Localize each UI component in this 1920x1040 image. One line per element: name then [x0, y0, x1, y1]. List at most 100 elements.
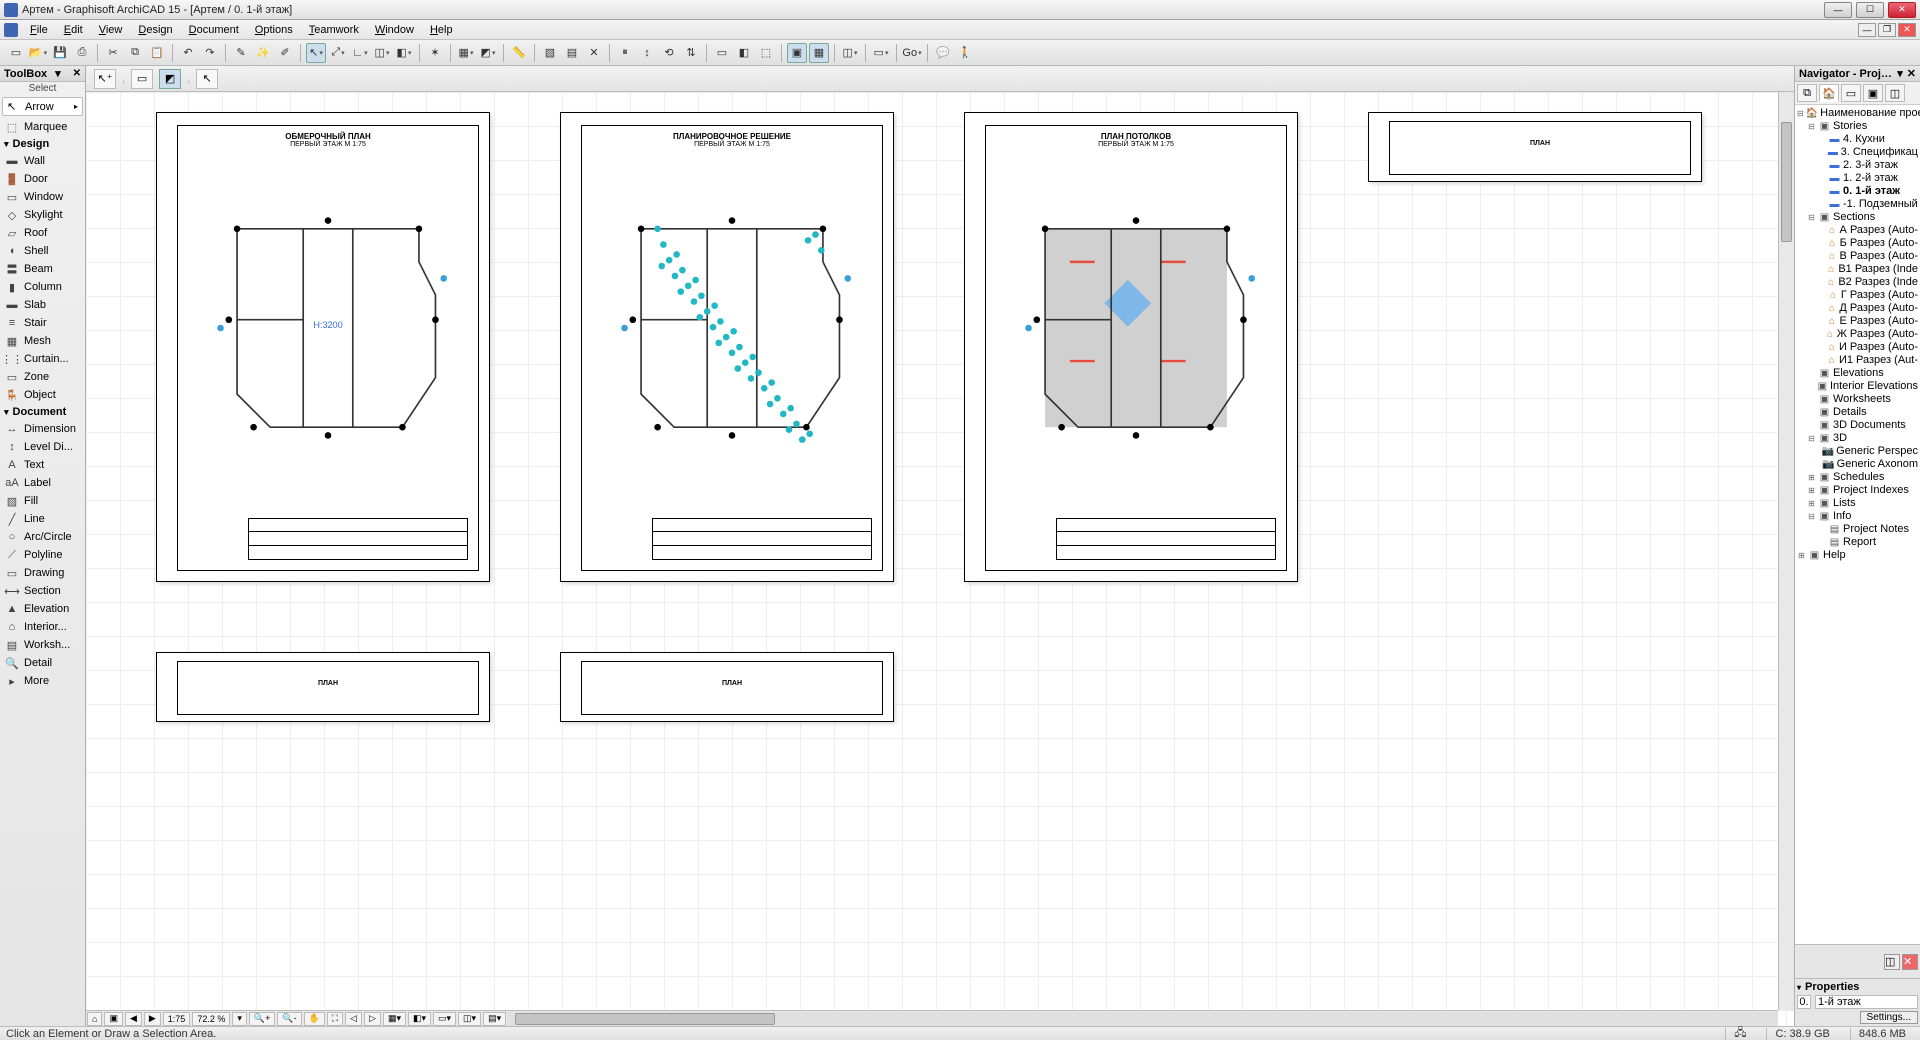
- menu-edit[interactable]: Edit: [56, 22, 91, 38]
- menu-view[interactable]: View: [91, 22, 131, 38]
- nav-item-в2-разрез-inde[interactable]: ⌂В2 Разрез (Inde: [1795, 276, 1920, 289]
- sheet-1[interactable]: ПЛАНИРОВОЧНОЕ РЕШЕНИЕ ПЕРВЫЙ ЭТАЖ М 1:75: [560, 112, 894, 582]
- ruler-button[interactable]: 📏: [509, 43, 529, 63]
- view-toggle2-button[interactable]: ▦: [809, 43, 829, 63]
- menu-file[interactable]: File: [22, 22, 56, 38]
- menu-help[interactable]: Help: [422, 22, 461, 38]
- vertical-scrollbar[interactable]: [1778, 92, 1794, 1010]
- trace-x-button[interactable]: ✕: [584, 43, 604, 63]
- drawing-canvas[interactable]: ОБМЕРОЧНЫЙ ПЛАН ПЕРВЫЙ ЭТАЖ М 1:75 H:320…: [86, 92, 1794, 1026]
- nav-item-в-разрез-auto-[interactable]: ⌂В Разрез (Auto-: [1795, 250, 1920, 263]
- snap2-button[interactable]: ∟: [350, 43, 370, 63]
- bb-prev-icon[interactable]: ◁: [345, 1012, 362, 1026]
- open-button[interactable]: 📂: [28, 43, 48, 63]
- nav-tab-view[interactable]: 🏠: [1819, 84, 1839, 102]
- navigator-close-button[interactable]: ✕: [1907, 67, 1916, 80]
- print-button[interactable]: ⎙: [72, 43, 92, 63]
- document-tool-arc-circle[interactable]: ○Arc/Circle: [0, 528, 85, 546]
- document-tool-dimension[interactable]: ↔Dimension: [0, 420, 85, 438]
- sheet-0[interactable]: ОБМЕРОЧНЫЙ ПЛАН ПЕРВЫЙ ЭТАЖ М 1:75 H:320…: [156, 112, 490, 582]
- bb-fit-icon[interactable]: ▣: [104, 1012, 123, 1026]
- nav-item--1-подземный[interactable]: ▬-1. Подземный: [1795, 198, 1920, 211]
- grid2-button[interactable]: ◩: [478, 43, 498, 63]
- design-tool-window[interactable]: ▭Window: [0, 188, 85, 206]
- nav-item-наименование-проекта[interactable]: ⊟🏠Наименование проекта: [1795, 107, 1920, 120]
- sheet-row2-0[interactable]: ПЛАН: [1368, 112, 1702, 182]
- design-tool-curtain-[interactable]: ⋮⋮Curtain...: [0, 350, 85, 368]
- design-category[interactable]: Design: [0, 136, 85, 152]
- nav-item-info[interactable]: ⊟▣Info: [1795, 510, 1920, 523]
- infobar-btn2[interactable]: ▭: [131, 69, 153, 89]
- nav-item-generic-axonom[interactable]: 📷Generic Axonom: [1795, 458, 1920, 471]
- prop-value[interactable]: 1-й этаж: [1815, 995, 1918, 1009]
- nav-item-е-разрез-auto-[interactable]: ⌂Е Разрез (Auto-: [1795, 315, 1920, 328]
- nav-item-help[interactable]: ⊞▣Help: [1795, 549, 1920, 562]
- horizontal-scrollbar[interactable]: [507, 1012, 1778, 1026]
- document-tool-section[interactable]: ⟷Section: [0, 582, 85, 600]
- design-tool-mesh[interactable]: ▦Mesh: [0, 332, 85, 350]
- nav-item-3d-documents[interactable]: ▣3D Documents: [1795, 419, 1920, 432]
- mdi-app-icon[interactable]: [4, 23, 18, 37]
- save-button[interactable]: 💾: [50, 43, 70, 63]
- snap3-button[interactable]: ◫: [372, 43, 392, 63]
- window-minimize-button[interactable]: —: [1824, 2, 1852, 18]
- nav-item-details[interactable]: ▣Details: [1795, 406, 1920, 419]
- document-tool-drawing[interactable]: ▭Drawing: [0, 564, 85, 582]
- marquee-tool[interactable]: ⬚Marquee: [0, 118, 85, 136]
- document-tool-elevation[interactable]: ▲Elevation: [0, 600, 85, 618]
- bb-opt3-icon[interactable]: ▭▾: [433, 1012, 456, 1026]
- nav-item-4-кухни[interactable]: ▬4. Кухни: [1795, 133, 1920, 146]
- bb-zout-icon[interactable]: 🔍-: [277, 1012, 301, 1026]
- sheet-row2-1[interactable]: ПЛАН: [156, 652, 490, 722]
- nav-tab-extra[interactable]: ◫: [1885, 84, 1905, 102]
- cursor-mode-button[interactable]: ↖: [306, 43, 326, 63]
- bb-zoom-dd[interactable]: ▾: [232, 1012, 247, 1026]
- bb-pan-icon[interactable]: ✋: [304, 1012, 325, 1026]
- infobar-cursor-button[interactable]: ↖: [196, 69, 218, 89]
- design-tool-roof[interactable]: ▱Roof: [0, 224, 85, 242]
- nav-item-и-разрез-auto-[interactable]: ⌂И Разрез (Auto-: [1795, 341, 1920, 354]
- nav-pin-icon[interactable]: ▾: [1897, 67, 1903, 80]
- new-button[interactable]: ▭: [6, 43, 26, 63]
- origin-button[interactable]: ✶: [425, 43, 445, 63]
- cut-button[interactable]: ✂: [103, 43, 123, 63]
- bb-opt2-icon[interactable]: ◧▾: [408, 1012, 431, 1026]
- person-icon[interactable]: 🚶: [955, 43, 975, 63]
- zoom-display[interactable]: 72.2 %: [192, 1012, 230, 1026]
- nav-item-а-разрез-auto-[interactable]: ⌂А Разрез (Auto-: [1795, 224, 1920, 237]
- grid-button[interactable]: ▦: [456, 43, 476, 63]
- show2-button[interactable]: ◧: [734, 43, 754, 63]
- toolbox-close-button[interactable]: ✕: [73, 68, 81, 79]
- nav-item-в1-разрез-inde[interactable]: ⌂В1 Разрез (Inde: [1795, 263, 1920, 276]
- bb-home-icon[interactable]: ⌂: [87, 1012, 102, 1026]
- nav-item-б-разрез-auto-[interactable]: ⌂Б Разрез (Auto-: [1795, 237, 1920, 250]
- edit3-button[interactable]: ⇅: [681, 43, 701, 63]
- nav-item-schedules[interactable]: ⊞▣Schedules: [1795, 471, 1920, 484]
- nav-tab-publisher[interactable]: ▣: [1863, 84, 1883, 102]
- bb-opt4-icon[interactable]: ◫▾: [458, 1012, 481, 1026]
- chat-icon[interactable]: 💬: [933, 43, 953, 63]
- go-button[interactable]: Go: [902, 43, 922, 63]
- document-tool-text[interactable]: AText: [0, 456, 85, 474]
- document-tool-detail[interactable]: 🔍Detail: [0, 654, 85, 672]
- trace2-button[interactable]: ▤: [562, 43, 582, 63]
- design-tool-wall[interactable]: ▬Wall: [0, 152, 85, 170]
- bb-left-icon[interactable]: ◀: [125, 1012, 142, 1026]
- menu-document[interactable]: Document: [181, 22, 247, 38]
- properties-header[interactable]: Properties: [1797, 981, 1918, 993]
- nav-prev-btn1[interactable]: ◫: [1884, 954, 1900, 970]
- nav-item-lists[interactable]: ⊞▣Lists: [1795, 497, 1920, 510]
- nav-item-interior-elevations[interactable]: ▣Interior Elevations: [1795, 380, 1920, 393]
- window-maximize-button[interactable]: ☐: [1856, 2, 1884, 18]
- bb-fit2-icon[interactable]: ⛶: [327, 1012, 343, 1026]
- nav-tab-project[interactable]: ⧉: [1797, 84, 1817, 102]
- show1-button[interactable]: ▭: [712, 43, 732, 63]
- show3-button[interactable]: ⬚: [756, 43, 776, 63]
- document-category[interactable]: Document: [0, 404, 85, 420]
- settings-button[interactable]: Settings...: [1860, 1011, 1918, 1024]
- sheet-row2-2[interactable]: ПЛАН: [560, 652, 894, 722]
- nav-item-3d[interactable]: ⊟▣3D: [1795, 432, 1920, 445]
- layout-button[interactable]: ▭: [871, 43, 891, 63]
- document-tool-fill[interactable]: ▨Fill: [0, 492, 85, 510]
- design-tool-slab[interactable]: ▬Slab: [0, 296, 85, 314]
